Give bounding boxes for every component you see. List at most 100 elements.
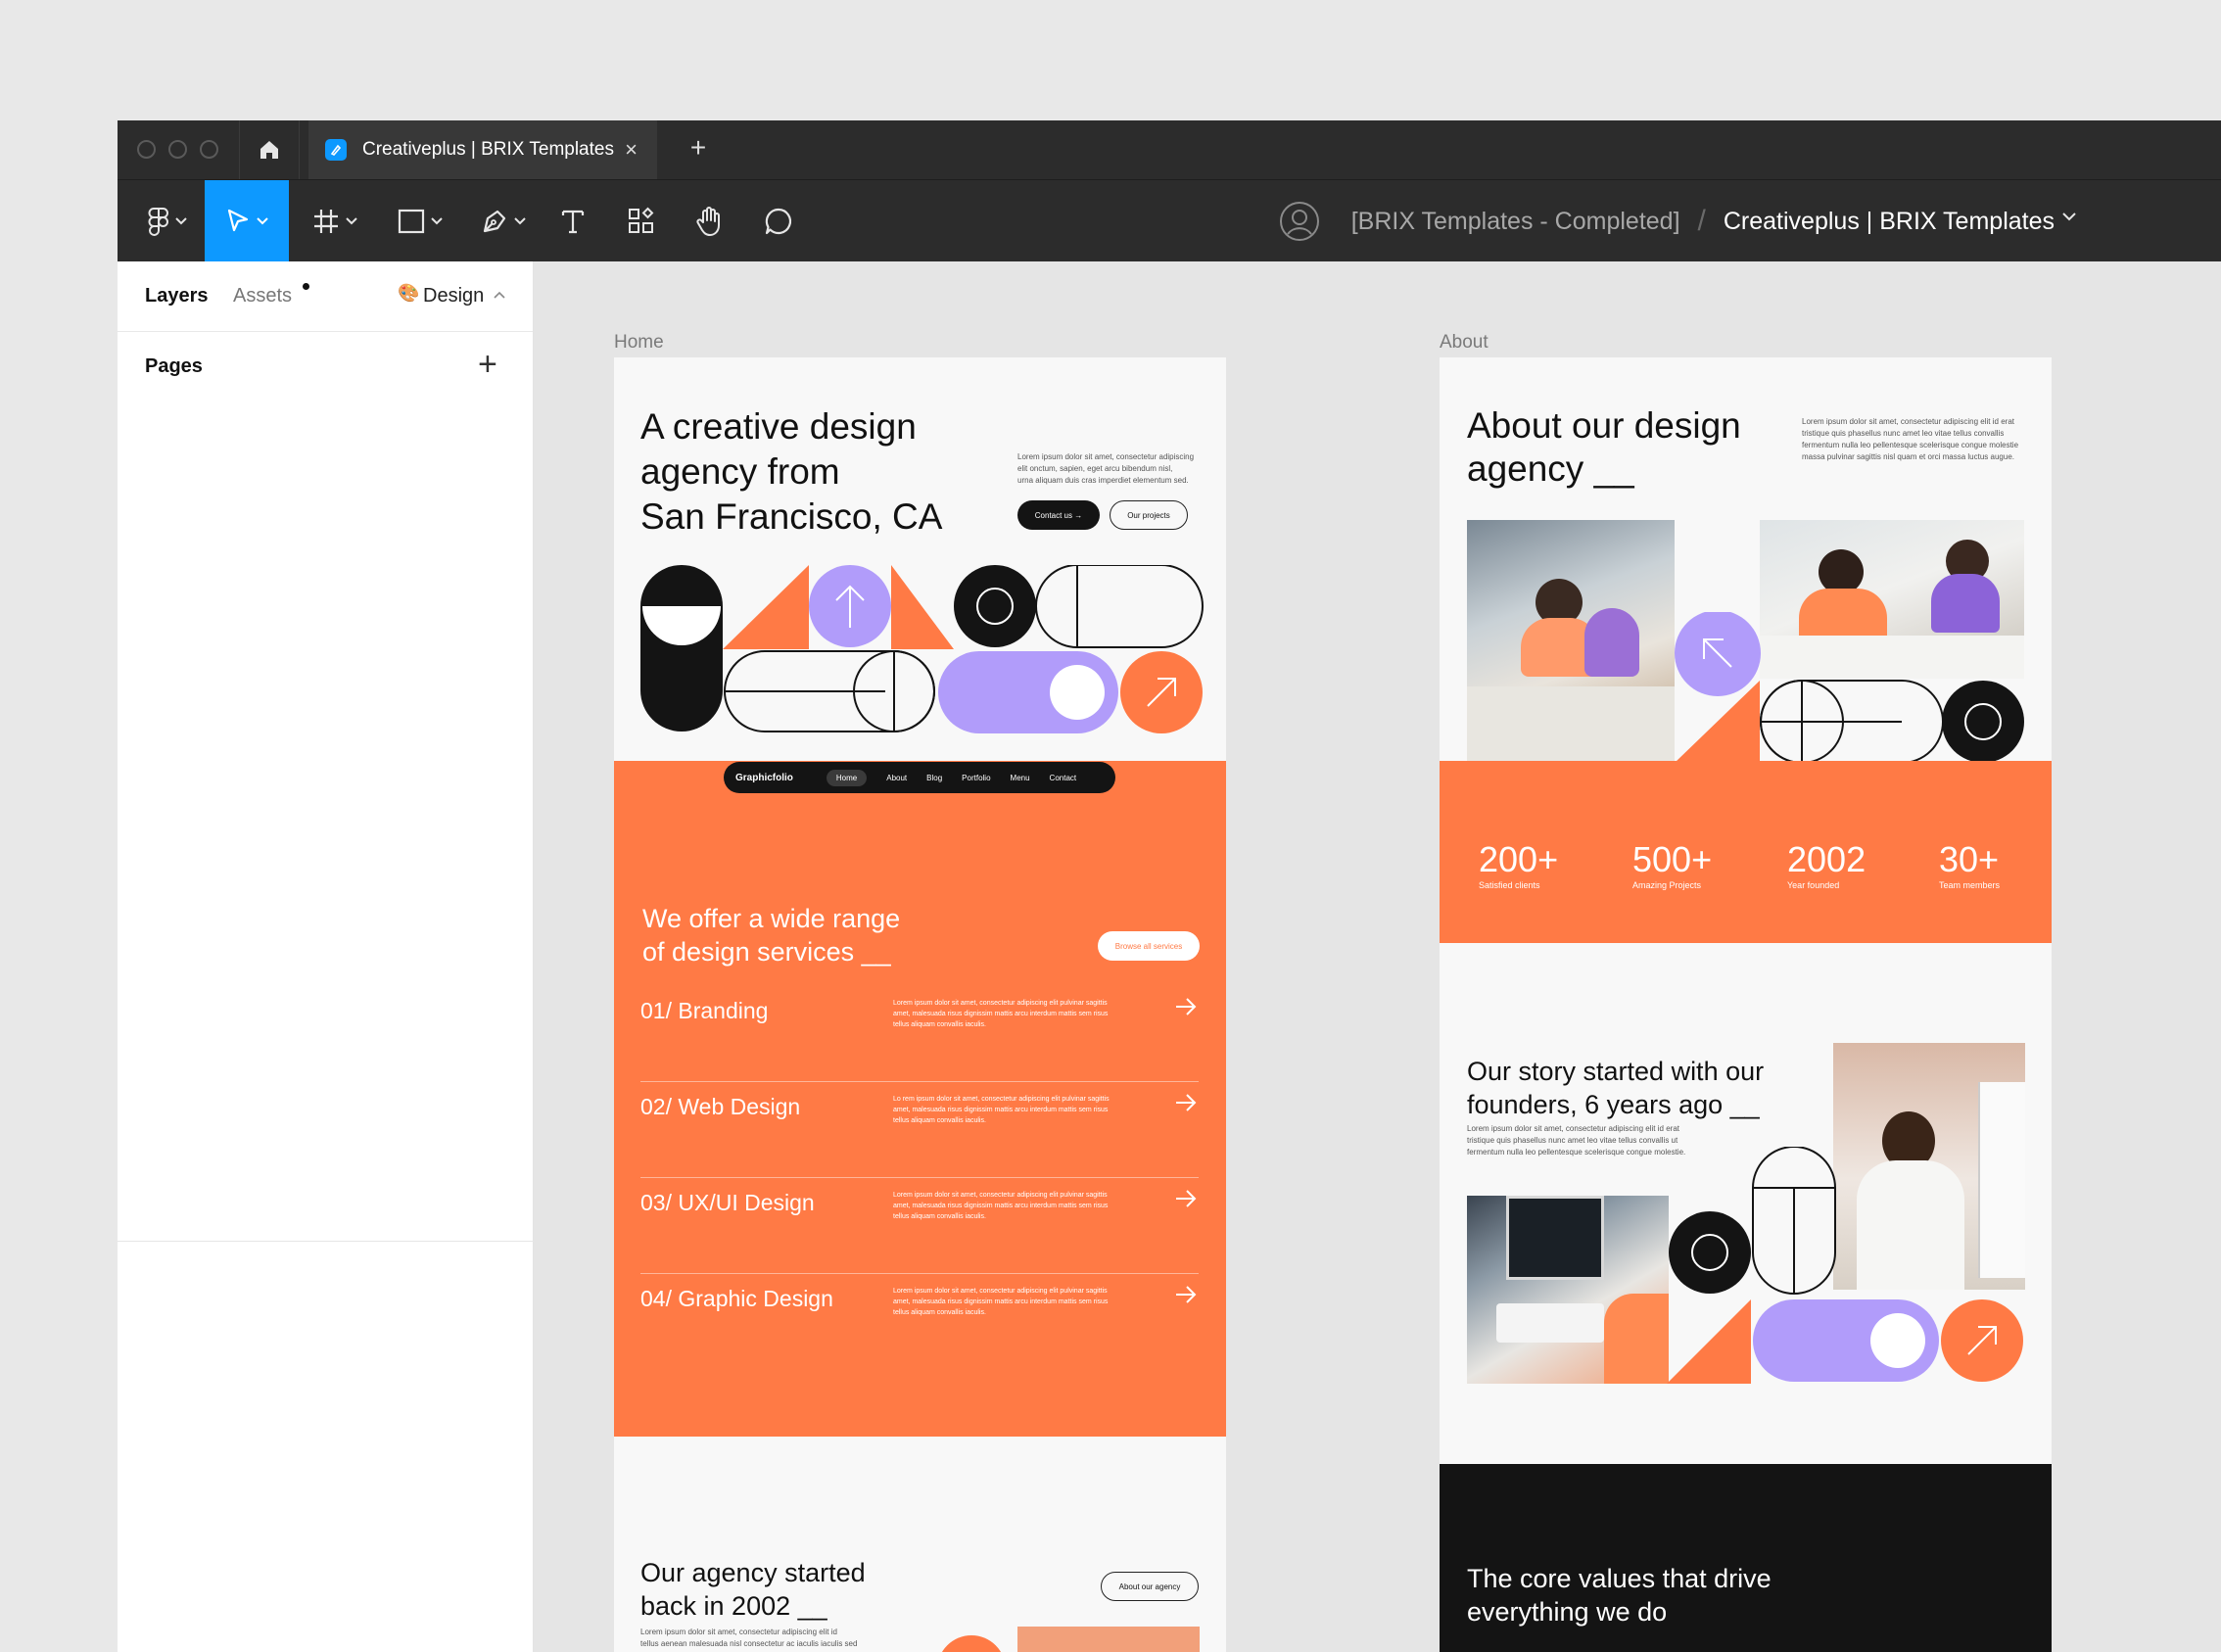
- service-row[interactable]: 03/ UX/UI Design Lorem ipsum dolor sit a…: [640, 1178, 1199, 1274]
- tab-assets[interactable]: Assets: [233, 285, 292, 307]
- close-tab-icon[interactable]: ×: [625, 137, 638, 163]
- service-row[interactable]: 04/ Graphic Design Lorem ipsum dolor sit…: [640, 1274, 1199, 1370]
- service-description: Lorem ipsum dolor sit amet, consectetur …: [893, 1288, 1109, 1316]
- about-description: Lorem ipsum dolor sit amet, consectetur …: [1802, 416, 2037, 463]
- maximize-window-dot[interactable]: [200, 140, 218, 159]
- services-title: We offer a wide range of design services…: [642, 902, 900, 968]
- chevron-down-icon: [431, 217, 443, 225]
- story-title-line: founders, 6 years ago __: [1467, 1090, 1760, 1119]
- hand-tool-button[interactable]: [687, 180, 732, 262]
- story-text-line: Lorem ipsum dolor sit amet, consectetur …: [1467, 1124, 1679, 1133]
- assets-notification-dot: [303, 283, 309, 290]
- frame-label-home[interactable]: Home: [614, 332, 664, 354]
- chevron-down-icon: [257, 217, 268, 225]
- comment-bubble-icon: [765, 208, 792, 235]
- stat-label: Team members: [1939, 880, 2001, 890]
- file-tab[interactable]: Creativeplus | BRIX Templates ×: [308, 120, 657, 179]
- nav-item-portfolio[interactable]: Portfolio: [962, 774, 990, 782]
- resources-tool-button[interactable]: [619, 180, 664, 262]
- about-agency-button[interactable]: About our agency: [1101, 1572, 1199, 1601]
- design-page-selector[interactable]: Design: [423, 285, 484, 307]
- service-title: 04/ Graphic Design: [640, 1286, 833, 1311]
- values-section: The core values that drive everything we…: [1440, 1464, 2052, 1652]
- frame-hash-icon: [314, 210, 338, 233]
- add-page-button[interactable]: +: [478, 346, 497, 384]
- comment-tool-button[interactable]: [756, 180, 801, 262]
- stat-year-founded: 2002 Year founded: [1787, 839, 1866, 890]
- frame-home[interactable]: A creative design agency from San Franci…: [614, 357, 1226, 1652]
- services-section: We offer a wide range of design services…: [614, 761, 1226, 1437]
- pages-heading: Pages: [145, 355, 203, 377]
- about-text-line: Lorem ipsum dolor sit amet, consectetur …: [1802, 417, 2014, 426]
- tab-layers[interactable]: Layers: [145, 285, 209, 307]
- contact-us-button[interactable]: Contact us →: [1017, 500, 1100, 530]
- team-avatar-icon[interactable]: [1279, 201, 1320, 242]
- agency-text-line: tellus aenean malesuada nisl consectetur…: [640, 1639, 858, 1648]
- canvas[interactable]: Home A creative design agency from San F…: [534, 261, 2221, 1652]
- nav-item-blog[interactable]: Blog: [926, 774, 942, 782]
- main-menu-button[interactable]: [133, 180, 202, 262]
- hero-geometric-illustration: [640, 565, 1204, 733]
- breadcrumb-file-name[interactable]: Creativeplus | BRIX Templates: [1724, 208, 2055, 236]
- hero-text-line: urna aliquam duis cras imperdiet element…: [1017, 476, 1189, 485]
- nav-item-contact[interactable]: Contact: [1050, 774, 1077, 782]
- values-title: The core values that drive everything we…: [1467, 1562, 1772, 1628]
- panel-tabs: Layers Assets 🎨 Design: [118, 261, 533, 332]
- panel-divider[interactable]: [118, 1241, 534, 1242]
- stat-label: Year founded: [1787, 880, 1840, 890]
- arrow-right-icon[interactable]: [1173, 994, 1199, 1019]
- palette-icon: 🎨: [398, 283, 420, 303]
- stat-satisfied-clients: 200+ Satisfied clients: [1479, 839, 1558, 890]
- chevron-up-icon[interactable]: [494, 291, 505, 299]
- agency-text-line: Lorem ipsum dolor sit amet, consectetur …: [640, 1628, 837, 1636]
- stat-label: Amazing Projects: [1632, 880, 1702, 890]
- nav-item-home[interactable]: Home: [826, 769, 868, 786]
- service-description: Lo rem ipsum dolor sit amet, consectetur…: [893, 1096, 1110, 1124]
- story-text-line: tristique quis phasellus nunc amet leo v…: [1467, 1136, 1678, 1145]
- pen-tool-button[interactable]: [473, 180, 534, 262]
- stat-number: 200+: [1479, 839, 1559, 879]
- agency-description: Lorem ipsum dolor sit amet, consectetur …: [640, 1627, 875, 1650]
- breadcrumb-team[interactable]: [BRIX Templates - Completed]: [1351, 208, 1680, 236]
- service-row[interactable]: 02/ Web Design Lo rem ipsum dolor sit am…: [640, 1082, 1199, 1178]
- arrow-right-icon[interactable]: [1173, 1090, 1199, 1115]
- frame-label-about[interactable]: About: [1440, 332, 1489, 354]
- text-t-icon: [561, 210, 585, 234]
- new-tab-button[interactable]: +: [684, 132, 713, 164]
- frame-tool-button[interactable]: [304, 180, 366, 262]
- hero-text-line: elit onctum, sapien, eget arcu bibendum …: [1017, 464, 1173, 473]
- story-title-line: Our story started with our: [1467, 1057, 1765, 1086]
- title-bar: Creativeplus | BRIX Templates × +: [118, 120, 2221, 179]
- window-controls: [137, 140, 218, 159]
- service-title: 02/ Web Design: [640, 1094, 801, 1119]
- site-logo[interactable]: Graphicfolio: [735, 773, 793, 783]
- about-title-line: About our design: [1467, 405, 1741, 446]
- frame-about[interactable]: About our design agency __ Lorem ipsum d…: [1440, 357, 2052, 1652]
- stat-number: 500+: [1632, 839, 1713, 879]
- service-description: Lorem ipsum dolor sit amet, consectetur …: [893, 1000, 1109, 1028]
- chevron-down-icon: [175, 217, 187, 225]
- hero-title: A creative design agency from San Franci…: [640, 404, 942, 540]
- arrow-right-icon[interactable]: [1173, 1186, 1199, 1211]
- our-projects-button[interactable]: Our projects: [1110, 500, 1188, 530]
- service-description: Lorem ipsum dolor sit amet, consectetur …: [893, 1192, 1109, 1220]
- figma-window: Creativeplus | BRIX Templates × + [BRIX …: [118, 120, 2221, 1652]
- file-menu-chevron-icon[interactable]: [2062, 212, 2076, 221]
- text-tool-button[interactable]: [550, 180, 595, 262]
- hero-title-line: San Francisco, CA: [640, 496, 943, 537]
- shape-tool-button[interactable]: [390, 180, 450, 262]
- nav-item-menu[interactable]: Menu: [1011, 774, 1030, 782]
- about-title: About our design agency __: [1467, 404, 1741, 491]
- minimize-window-dot[interactable]: [168, 140, 187, 159]
- arrow-right-icon[interactable]: [1173, 1282, 1199, 1307]
- service-row[interactable]: 01/ Branding Lorem ipsum dolor sit amet,…: [640, 986, 1199, 1082]
- home-button[interactable]: [239, 120, 300, 179]
- stat-amazing-projects: 500+ Amazing Projects: [1632, 839, 1712, 890]
- rectangle-icon: [398, 209, 425, 234]
- close-window-dot[interactable]: [137, 140, 156, 159]
- move-tool-button[interactable]: [205, 180, 289, 262]
- service-title: 01/ Branding: [640, 998, 769, 1023]
- workspace-photo: [1467, 1196, 1669, 1384]
- browse-services-button[interactable]: Browse all services: [1098, 931, 1200, 961]
- nav-item-about[interactable]: About: [886, 774, 907, 782]
